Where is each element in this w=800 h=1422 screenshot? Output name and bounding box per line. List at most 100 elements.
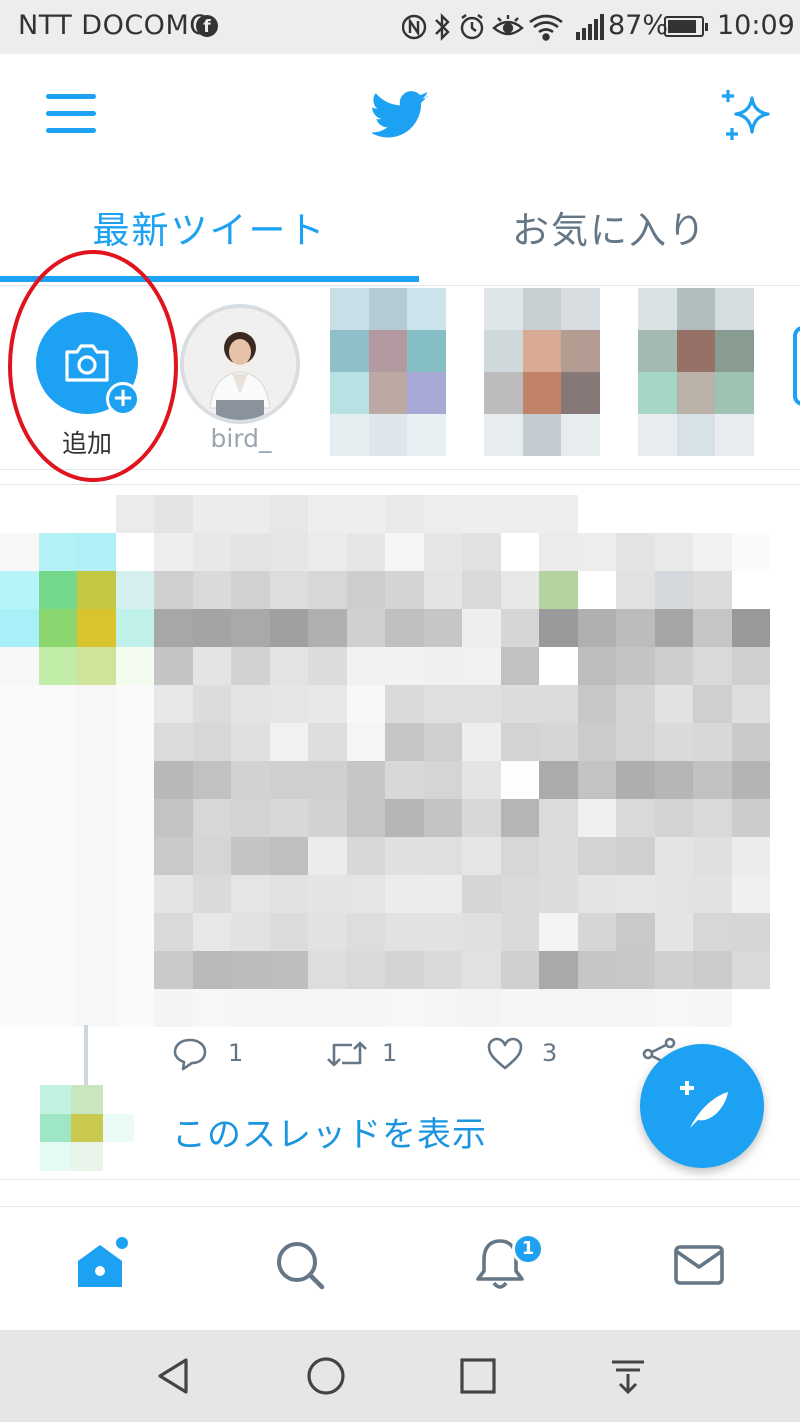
mosaic-cell	[192, 609, 231, 647]
notification-badge: 1	[512, 1233, 544, 1265]
mosaic-cell	[192, 723, 231, 761]
mosaic-cell	[0, 799, 39, 837]
retweet-button[interactable]: 1	[326, 1033, 416, 1079]
mosaic-cell	[693, 875, 732, 913]
mosaic-cell	[346, 951, 385, 989]
show-thread-link[interactable]: このスレッドを表示	[172, 1107, 487, 1156]
add-fleet-button[interactable]: +	[36, 312, 140, 416]
mosaic-cell	[616, 571, 655, 609]
mosaic-cell	[308, 989, 347, 1027]
mosaic-cell	[231, 571, 270, 609]
twitter-bird-icon[interactable]	[372, 90, 430, 140]
mosaic-cell	[346, 761, 385, 799]
mosaic-cell	[539, 533, 578, 571]
mosaic-cell	[423, 913, 462, 951]
mosaic-cell	[500, 571, 539, 609]
mosaic-cell	[77, 571, 116, 609]
mosaic-cell	[654, 837, 693, 875]
nfc-icon	[402, 14, 427, 40]
mosaic-cell	[616, 875, 655, 913]
mosaic-cell	[731, 533, 770, 571]
mosaic-cell	[731, 571, 770, 609]
mosaic-cell	[385, 571, 424, 609]
recent-apps-icon[interactable]	[456, 1354, 500, 1398]
mosaic-cell	[38, 723, 77, 761]
mosaic-cell	[0, 533, 39, 571]
mosaic-cell	[577, 685, 616, 723]
mosaic-cell	[731, 723, 770, 761]
fleet-avatar-blurred[interactable]	[330, 288, 446, 456]
timeline-tabs: 最新ツイート お気に入り	[0, 184, 800, 286]
heart-icon	[487, 1037, 523, 1070]
tweet-content-blurred[interactable]	[0, 495, 770, 1027]
mosaic-cell	[269, 609, 308, 647]
compose-tweet-button[interactable]	[640, 1044, 764, 1168]
mosaic-cell	[654, 647, 693, 685]
mosaic-cell	[115, 609, 154, 647]
home-icon[interactable]	[72, 1235, 132, 1295]
mosaic-cell	[423, 533, 462, 571]
mosaic-cell	[154, 571, 193, 609]
mosaic-cell	[654, 723, 693, 761]
mosaic-cell	[346, 989, 385, 1027]
mosaic-cell	[462, 761, 501, 799]
mosaic-cell	[77, 837, 116, 875]
eye-comfort-icon	[492, 15, 524, 36]
mosaic-cell	[423, 875, 462, 913]
mosaic-cell	[231, 875, 270, 913]
like-button[interactable]: 3	[486, 1033, 576, 1079]
mosaic-cell	[693, 723, 732, 761]
back-icon[interactable]	[152, 1354, 196, 1398]
mosaic-cell	[115, 951, 154, 989]
notification-shade-icon[interactable]	[606, 1354, 650, 1398]
mosaic-cell	[577, 989, 616, 1027]
sparkle-icon[interactable]	[718, 88, 776, 142]
mosaic-cell	[192, 571, 231, 609]
mosaic-cell	[269, 533, 308, 571]
mosaic-cell	[654, 761, 693, 799]
tab-latest-tweets[interactable]: 最新ツイート	[0, 184, 419, 284]
mosaic-cell	[0, 837, 39, 875]
mosaic-cell	[385, 799, 424, 837]
mosaic-cell	[385, 837, 424, 875]
mosaic-cell	[192, 647, 231, 685]
mosaic-cell	[654, 989, 693, 1027]
reply-button[interactable]: 1	[172, 1033, 262, 1079]
fleet-avatar-blurred[interactable]	[484, 288, 600, 456]
mosaic-cell	[539, 799, 578, 837]
mosaic-cell	[654, 533, 693, 571]
mosaic-cell	[462, 837, 501, 875]
mosaic-cell	[577, 533, 616, 571]
mosaic-cell	[115, 495, 154, 533]
mosaic-cell	[346, 875, 385, 913]
fleet-avatar-partial[interactable]	[793, 326, 800, 406]
fleet-avatar-blurred[interactable]	[638, 288, 754, 456]
mosaic-cell	[154, 685, 193, 723]
mosaic-cell	[192, 989, 231, 1027]
mosaic-cell	[539, 761, 578, 799]
home-circle-icon[interactable]	[304, 1354, 348, 1398]
mosaic-cell	[693, 647, 732, 685]
mosaic-cell	[192, 533, 231, 571]
mosaic-cell	[616, 495, 655, 533]
mosaic-cell	[423, 571, 462, 609]
mosaic-cell	[500, 951, 539, 989]
mosaic-cell	[385, 875, 424, 913]
search-icon[interactable]	[270, 1235, 330, 1295]
thread-avatar-blurred[interactable]	[40, 1085, 134, 1171]
status-icons	[402, 13, 563, 41]
mosaic-cell	[616, 647, 655, 685]
mosaic-cell	[38, 799, 77, 837]
mosaic-cell	[231, 989, 270, 1027]
fleet-avatar-bird[interactable]	[180, 304, 300, 424]
mosaic-cell	[654, 685, 693, 723]
reply-count: 1	[228, 1039, 244, 1067]
mosaic-cell	[423, 723, 462, 761]
tab-favorites[interactable]: お気に入り	[419, 184, 800, 284]
messages-icon[interactable]	[670, 1235, 730, 1295]
mosaic-cell	[154, 647, 193, 685]
mosaic-cell	[308, 685, 347, 723]
mosaic-cell	[308, 913, 347, 951]
menu-icon[interactable]	[46, 92, 96, 136]
mosaic-cell	[731, 685, 770, 723]
